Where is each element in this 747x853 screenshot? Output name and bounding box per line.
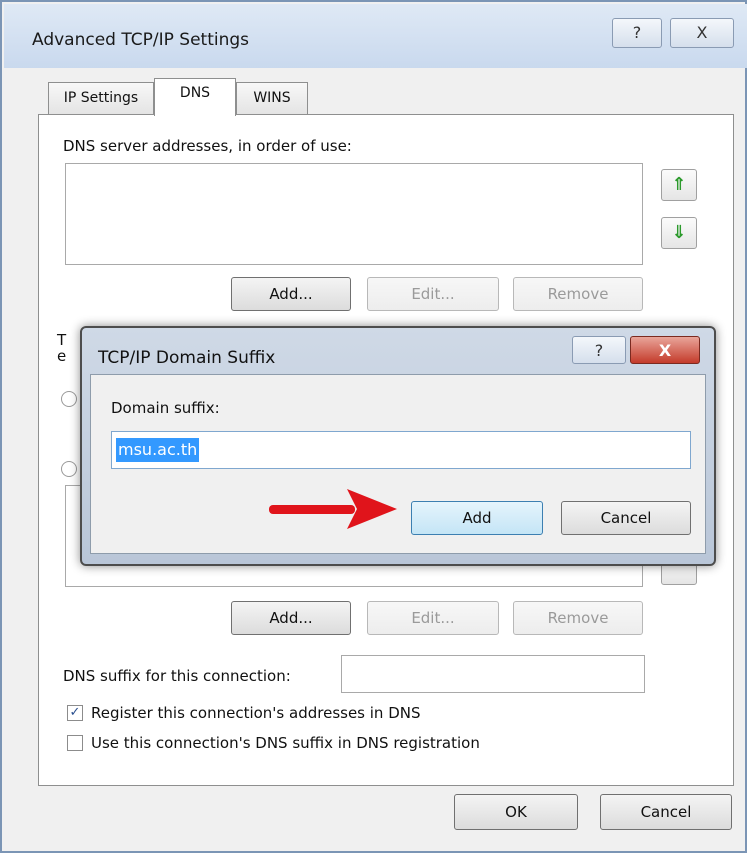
up-arrow-icon: ⇑ — [671, 174, 687, 195]
dns-servers-label: DNS server addresses, in order of use: — [63, 137, 352, 155]
dns-servers-list[interactable] — [65, 163, 643, 265]
red-arrow-icon — [269, 489, 397, 529]
title-bar: Advanced TCP/IP Settings ? X — [4, 4, 747, 68]
cancel-button[interactable]: Cancel — [600, 794, 732, 830]
dialog-add-button[interactable]: Add — [411, 501, 543, 535]
suffix-remove-button[interactable]: Remove — [513, 601, 643, 635]
obscured-label-fragment: e — [57, 347, 67, 365]
tab-wins[interactable]: WINS — [236, 82, 308, 114]
connection-suffix-label: DNS suffix for this connection: — [63, 667, 291, 685]
domain-suffix-label: Domain suffix: — [111, 399, 220, 417]
dialog-cancel-button[interactable]: Cancel — [561, 501, 691, 535]
move-down-button[interactable]: ⇓ — [661, 217, 697, 249]
dialog-help-button[interactable]: ? — [572, 336, 626, 364]
suffix-edit-button[interactable]: Edit... — [367, 601, 499, 635]
tab-dns[interactable]: DNS — [154, 78, 236, 116]
dns-server-edit-button[interactable]: Edit... — [367, 277, 499, 311]
window-title: Advanced TCP/IP Settings — [32, 30, 250, 50]
domain-suffix-dialog: TCP/IP Domain Suffix ? X Domain suffix: … — [80, 326, 716, 566]
domain-suffix-input[interactable]: msu.ac.th — [111, 431, 691, 469]
suffix-add-button[interactable]: Add... — [231, 601, 351, 635]
radio-option-1[interactable] — [61, 391, 77, 407]
register-label: Register this connection's addresses in … — [91, 704, 421, 722]
domain-suffix-value: msu.ac.th — [116, 438, 200, 462]
down-arrow-icon: ⇓ — [671, 222, 687, 243]
dialog-title: TCP/IP Domain Suffix — [98, 348, 276, 368]
dns-server-remove-button[interactable]: Remove — [513, 277, 643, 311]
close-button[interactable]: X — [670, 18, 734, 48]
radio-option-2[interactable] — [61, 461, 77, 477]
connection-suffix-input[interactable] — [341, 655, 645, 693]
use-suffix-checkbox[interactable] — [67, 735, 83, 751]
register-checkbox[interactable]: ✓ — [67, 705, 83, 721]
tab-ip-settings[interactable]: IP Settings — [48, 82, 154, 114]
move-up-button[interactable]: ⇑ — [661, 169, 697, 201]
dialog-close-button[interactable]: X — [630, 336, 700, 364]
ok-button[interactable]: OK — [454, 794, 578, 830]
help-button[interactable]: ? — [612, 18, 662, 48]
use-suffix-label: Use this connection's DNS suffix in DNS … — [91, 734, 480, 752]
dns-server-add-button[interactable]: Add... — [231, 277, 351, 311]
dialog-body: Domain suffix: msu.ac.th Add Cancel — [90, 374, 706, 554]
